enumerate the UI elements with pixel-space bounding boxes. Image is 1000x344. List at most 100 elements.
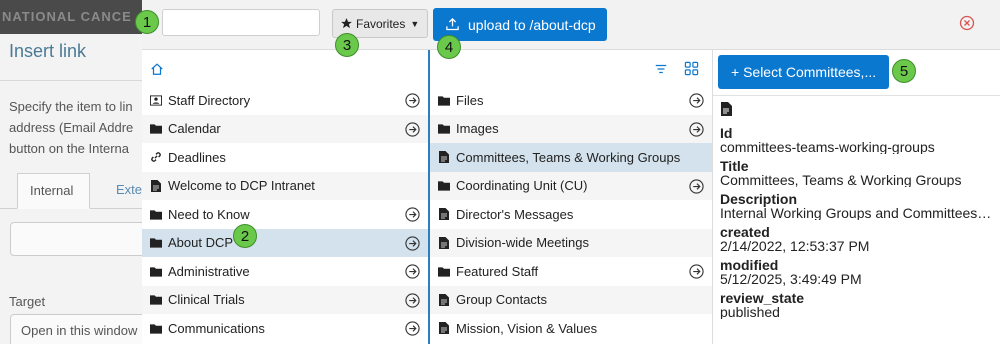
list-item[interactable]: Calendar — [142, 114, 428, 143]
description-line: Specify the item to lin — [9, 99, 133, 114]
list-item-label: Division-wide Meetings — [456, 235, 589, 251]
browser-toolbar: Favorites ▼ upload to /about-dcp — [142, 0, 1000, 50]
open-folder-icon[interactable] — [689, 264, 704, 279]
list-item-label: Images — [456, 121, 499, 137]
open-folder-icon[interactable] — [405, 235, 420, 251]
open-folder-icon[interactable] — [405, 292, 420, 308]
upload-button[interactable]: upload to /about-dcp — [433, 8, 607, 41]
list-item[interactable]: Featured Staff — [430, 257, 712, 286]
column-header — [142, 50, 428, 86]
open-folder-icon[interactable] — [405, 121, 420, 137]
filter-icon[interactable] — [654, 62, 668, 76]
folder-icon — [438, 180, 450, 192]
folder-column-root: Staff Directory Calendar Deadlines Welcome … — [142, 50, 428, 344]
select-item-button[interactable]: + Select Committees,... — [718, 55, 889, 89]
list-item[interactable]: About DCP — [142, 228, 428, 257]
open-folder-icon[interactable] — [405, 93, 420, 108]
column-header — [430, 50, 712, 86]
list-item[interactable]: Committees, Teams & Working Groups — [430, 143, 712, 172]
list-item[interactable]: Staff Directory — [142, 86, 428, 115]
list-item-label: Administrative — [168, 263, 250, 279]
document-icon — [438, 151, 450, 164]
folder-icon — [438, 123, 450, 135]
document-icon — [438, 293, 450, 306]
divider — [0, 80, 142, 81]
target-label: Target — [9, 294, 46, 309]
folder-icon — [438, 265, 450, 277]
open-folder-icon[interactable] — [405, 207, 420, 222]
list-item-label: Calendar — [168, 121, 221, 137]
insert-link-description: Specify the item to lin address (Email A… — [9, 96, 149, 159]
list-item[interactable]: Welcome to DCP Intranet — [142, 171, 428, 200]
list-item-label: Communications — [168, 320, 265, 336]
list-item[interactable]: Coordinating Unit (CU) — [430, 171, 712, 200]
folder-icon — [150, 294, 162, 306]
list-item[interactable]: Group Contacts — [430, 285, 712, 314]
list-item[interactable]: Need to Know — [142, 200, 428, 229]
open-folder-icon[interactable] — [689, 93, 704, 108]
background-header: NATIONAL CANCE — [0, 0, 142, 34]
document-icon — [720, 102, 996, 116]
target-select[interactable]: Open in this window — [10, 314, 150, 344]
chevron-down-icon: ▼ — [410, 18, 420, 29]
detail-value: Committees, Teams & Working Groups — [720, 173, 962, 187]
list-item-label: Deadlines — [168, 149, 226, 165]
list-item[interactable]: Clinical Trials — [142, 285, 428, 314]
internal-link-field[interactable] — [10, 222, 150, 256]
list-item-label: Group Contacts — [456, 292, 548, 308]
detail-key: created — [720, 224, 770, 240]
list-item[interactable]: Files — [430, 86, 712, 115]
detail-key: modified — [720, 257, 779, 273]
detail-value: published — [720, 305, 780, 319]
list-item-label: Committees, Teams & Working Groups — [456, 149, 681, 165]
callout-badge-2: 2 — [233, 224, 257, 248]
detail-value: 5/12/2025, 3:49:49 PM — [720, 272, 862, 286]
link-type-tabs: Internal Exte — [0, 173, 142, 209]
close-icon[interactable] — [959, 15, 975, 31]
callout-badge-4: 4 — [437, 35, 461, 59]
folder-icon — [150, 322, 162, 334]
folder-icon — [438, 94, 450, 106]
open-folder-icon[interactable] — [689, 121, 704, 137]
home-icon[interactable] — [150, 62, 164, 76]
list-item[interactable]: Division-wide Meetings — [430, 228, 712, 257]
list-item[interactable]: Deadlines — [142, 143, 428, 172]
list-item-label: Mission, Vision & Values — [456, 320, 598, 336]
list-item[interactable]: Director's Messages — [430, 200, 712, 229]
document-icon — [150, 179, 162, 192]
upload-icon — [446, 17, 459, 31]
open-folder-icon[interactable] — [689, 178, 704, 194]
insert-link-title: Insert link — [9, 41, 87, 61]
description-line: button on the Interna — [9, 141, 129, 156]
detail-value: committees-teams-working-groups — [720, 140, 935, 154]
search-input[interactable] — [162, 9, 320, 36]
list-item-label: Need to Know — [168, 206, 250, 222]
contact-card-icon — [150, 94, 162, 106]
detail-key: Title — [720, 158, 749, 174]
grid-view-icon[interactable] — [684, 61, 699, 76]
document-icon — [438, 236, 450, 249]
upload-label: upload to /about-dcp — [468, 16, 596, 33]
list-item[interactable]: Administrative — [142, 257, 428, 286]
detail-key: review_state — [720, 290, 805, 306]
list-item[interactable]: Mission, Vision & Values — [430, 314, 712, 343]
open-folder-icon[interactable] — [405, 321, 420, 336]
folder-icon — [150, 265, 162, 277]
folder-icon — [150, 208, 162, 220]
list-item-label: Staff Directory — [168, 92, 251, 108]
callout-badge-3: 3 — [335, 33, 359, 57]
detail-key: Id — [720, 125, 733, 141]
list-item[interactable]: Images — [430, 114, 712, 143]
list-item[interactable]: Communications — [142, 314, 428, 343]
folder-column-about-dcp: Files Images Committees, Teams & Working G… — [430, 50, 712, 344]
document-icon — [438, 208, 450, 221]
list-item-label: Director's Messages — [456, 206, 574, 222]
favorites-label: Favorites — [356, 16, 406, 31]
list-item-label: Coordinating Unit (CU) — [456, 178, 588, 194]
item-details: Id committees-teams-working-groups Title Co… — [720, 100, 996, 324]
detail-key: Description — [720, 191, 798, 207]
tab-internal[interactable]: Internal — [17, 173, 90, 209]
open-folder-icon[interactable] — [405, 264, 420, 279]
list-item-label: Clinical Trials — [168, 292, 245, 308]
description-line: address (Email Addre — [9, 120, 134, 135]
